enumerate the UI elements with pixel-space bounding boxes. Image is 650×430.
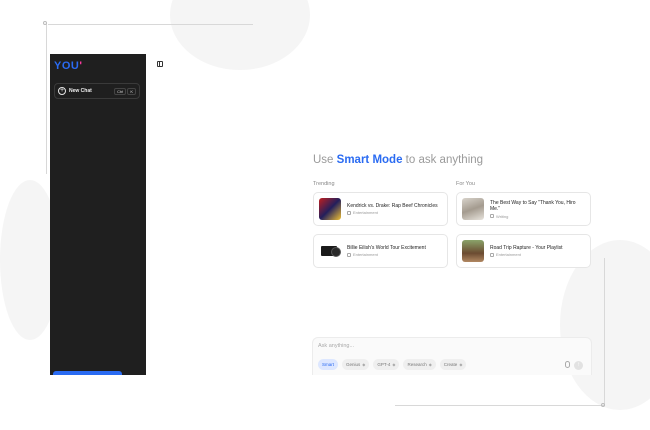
shortcut-keys: Ctrl K — [114, 87, 136, 95]
card-tag: Entertainment — [496, 252, 521, 258]
lock-icon: ◆ — [392, 362, 396, 367]
sidebar-bottom-button[interactable] — [53, 371, 122, 375]
card-thumbnail — [462, 198, 484, 220]
lock-icon: ◆ — [362, 362, 366, 367]
card-thumbnail — [462, 240, 484, 262]
plus-circle-icon: + — [58, 87, 66, 95]
page-headline: Use Smart Mode to ask anything — [313, 154, 484, 166]
ask-input[interactable]: Ask anything... — [318, 343, 354, 349]
pencil-icon — [490, 214, 494, 218]
attach-icon[interactable] — [565, 361, 570, 368]
trending-card[interactable]: Kendrick vs. Drake: Rap Beef Chronicles … — [313, 192, 448, 226]
trending-card[interactable]: Billie Eilish's World Tour Excitement En… — [313, 234, 448, 268]
card-title: Road Trip Rapture - Your Playlist — [490, 244, 563, 251]
for-you-card[interactable]: Road Trip Rapture - Your Playlist Entert… — [456, 234, 591, 268]
mode-create-button[interactable]: Create ◆ — [439, 359, 467, 370]
frame-line — [48, 24, 253, 25]
frame-line — [46, 24, 47, 174]
card-title: Billie Eilish's World Tour Excitement — [347, 244, 426, 251]
category-icon — [490, 252, 494, 257]
category-icon — [347, 210, 351, 215]
for-you-label: For You — [456, 181, 475, 187]
for-you-card[interactable]: The Best Way to Say "Thank You, Hiro Me.… — [456, 192, 591, 226]
card-title: Kendrick vs. Drake: Rap Beef Chronicles — [347, 202, 438, 209]
ask-input-box[interactable]: Ask anything... Smart Genius ◆ GPT-4 ◆ Res… — [312, 337, 592, 375]
sidebar-toggle-icon[interactable] — [157, 61, 163, 67]
logo[interactable]: YOU' — [54, 60, 82, 72]
mode-genius-button[interactable]: Genius ◆ — [342, 359, 370, 370]
mode-gpt4-button[interactable]: GPT-4 ◆ — [373, 359, 400, 370]
mode-selector: Smart Genius ◆ GPT-4 ◆ Research ◆ Create ◆ — [318, 359, 467, 370]
card-tag: Entertainment — [353, 252, 378, 258]
shortcut-key-ctrl: Ctrl — [114, 87, 127, 95]
send-button[interactable]: ↑ — [574, 361, 583, 370]
shortcut-key-k: K — [127, 87, 136, 95]
category-icon — [347, 252, 351, 257]
card-tag: Entertainment — [353, 210, 378, 216]
frame-line — [604, 258, 605, 406]
frame-line — [395, 405, 605, 406]
new-chat-button[interactable]: + New Chat Ctrl K — [54, 83, 140, 99]
frame-dot — [601, 403, 605, 407]
mode-research-button[interactable]: Research ◆ — [403, 359, 436, 370]
new-chat-label: New Chat — [69, 88, 92, 94]
trending-label: Trending — [313, 181, 335, 187]
card-title: The Best Way to Say "Thank You, Hiro Me.… — [490, 199, 576, 213]
frame-dot — [43, 21, 47, 25]
background-blob — [170, 0, 310, 70]
sidebar: YOU' + New Chat Ctrl K — [50, 54, 146, 375]
card-thumbnail — [319, 240, 341, 262]
card-thumbnail — [319, 198, 341, 220]
card-tag: Writing — [496, 213, 509, 219]
lock-icon: ◆ — [428, 362, 432, 367]
mode-smart-button[interactable]: Smart — [318, 359, 339, 370]
lock-icon: ◆ — [459, 362, 463, 367]
